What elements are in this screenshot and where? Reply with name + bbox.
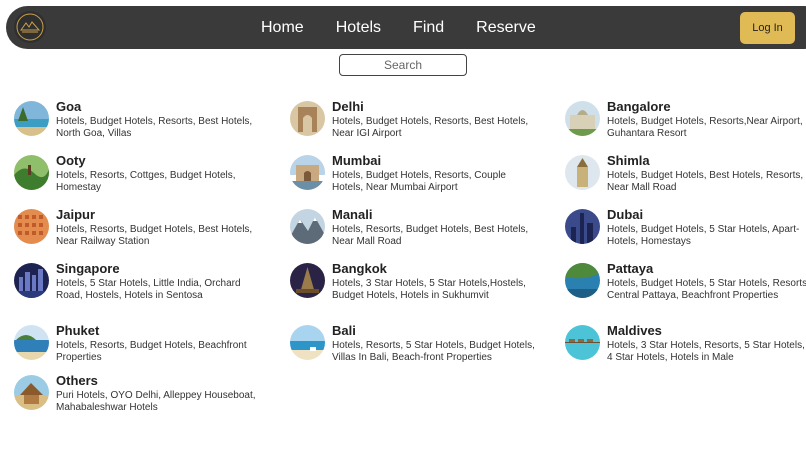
nav-hotels-link[interactable]: Hotels [336, 19, 381, 37]
city-name: Manali [332, 207, 373, 222]
india-gate-thumbnail-icon [290, 101, 325, 136]
skyline-thumbnail-icon [565, 209, 600, 244]
city-description: Hotels, Resorts, Budget Hotels, Best Hot… [332, 224, 529, 247]
bali-beach-thumbnail-icon [290, 325, 325, 360]
water-villa-thumbnail-icon [565, 325, 600, 360]
city-description: Hotels, Budget Hotels, Resorts, Couple H… [332, 170, 506, 193]
city-description: Hotels, 3 Star Hotels, 5 Star Hotels,Hos… [332, 278, 526, 301]
city-name: Phuket [56, 323, 100, 338]
search-input[interactable] [339, 54, 467, 76]
city-description: Hotels, Resorts, 5 Star Hotels, Budget H… [332, 340, 535, 363]
city-name: Goa [56, 99, 82, 114]
logo-icon[interactable] [14, 11, 46, 43]
hut-thumbnail-icon [14, 375, 49, 410]
city-name: Shimla [607, 153, 650, 168]
sea-thumbnail-icon [14, 325, 49, 360]
hills-thumbnail-icon [14, 155, 49, 190]
city-name: Others [56, 373, 98, 388]
city-description: Puri Hotels, OYO Delhi, Alleppey Housebo… [56, 390, 256, 413]
city-name: Pattaya [607, 261, 654, 276]
nav-links: Home Hotels Find Reserve [261, 6, 568, 49]
temple-thumbnail-icon [290, 263, 325, 298]
city-description: Hotels, Budget Hotels, Resorts, Best Hot… [56, 116, 253, 139]
mountains-thumbnail-icon [290, 209, 325, 244]
city-description: Hotels, 5 Star Hotels, Little India, Orc… [56, 278, 241, 301]
city-name: Dubai [607, 207, 644, 222]
city-name: Ooty [56, 153, 86, 168]
city-name: Mumbai [332, 153, 382, 168]
nav-home-link[interactable]: Home [261, 19, 304, 37]
city-name: Bangalore [607, 99, 671, 114]
city-name: Jaipur [56, 207, 96, 222]
city-description: Hotels, Budget Hotels, Resorts, Best Hot… [332, 116, 529, 139]
hawa-mahal-thumbnail-icon [14, 209, 49, 244]
city-description: Hotels, Resorts, Cottges, Budget Hotels,… [56, 170, 236, 193]
gateway-thumbnail-icon [290, 155, 325, 190]
city-name: Delhi [332, 99, 364, 114]
city-description: Hotels, Resorts, Budget Hotels, Best Hot… [56, 224, 253, 247]
palace-thumbnail-icon [565, 101, 600, 136]
beach-thumbnail-icon [14, 101, 49, 136]
login-button[interactable]: Log In [740, 12, 795, 44]
city-description: Hotels, Budget Hotels, 5 Star Hotels, Ap… [607, 224, 800, 247]
city-description: Hotels, Resorts, Budget Hotels, Beachfro… [56, 340, 247, 363]
city-description: Hotels, Budget Hotels, 5 Star Hotels, Re… [607, 278, 806, 301]
night-city-thumbnail-icon [14, 263, 49, 298]
coast-thumbnail-icon [565, 263, 600, 298]
church-thumbnail-icon [565, 155, 600, 190]
city-name: Maldives [607, 323, 662, 338]
city-description: Hotels, Budget Hotels, Resorts,Near Airp… [607, 116, 803, 139]
city-name: Bangkok [332, 261, 387, 276]
nav-reserve-link[interactable]: Reserve [476, 19, 536, 37]
city-description: Hotels, 3 Star Hotels, Resorts, 5 Star H… [607, 340, 805, 363]
city-name: Singapore [56, 261, 120, 276]
city-name: Bali [332, 323, 356, 338]
navbar: Home Hotels Find Reserve Log In [6, 6, 806, 49]
nav-find-link[interactable]: Find [413, 19, 444, 37]
city-description: Hotels, Budget Hotels, Best Hotels, Reso… [607, 170, 804, 193]
